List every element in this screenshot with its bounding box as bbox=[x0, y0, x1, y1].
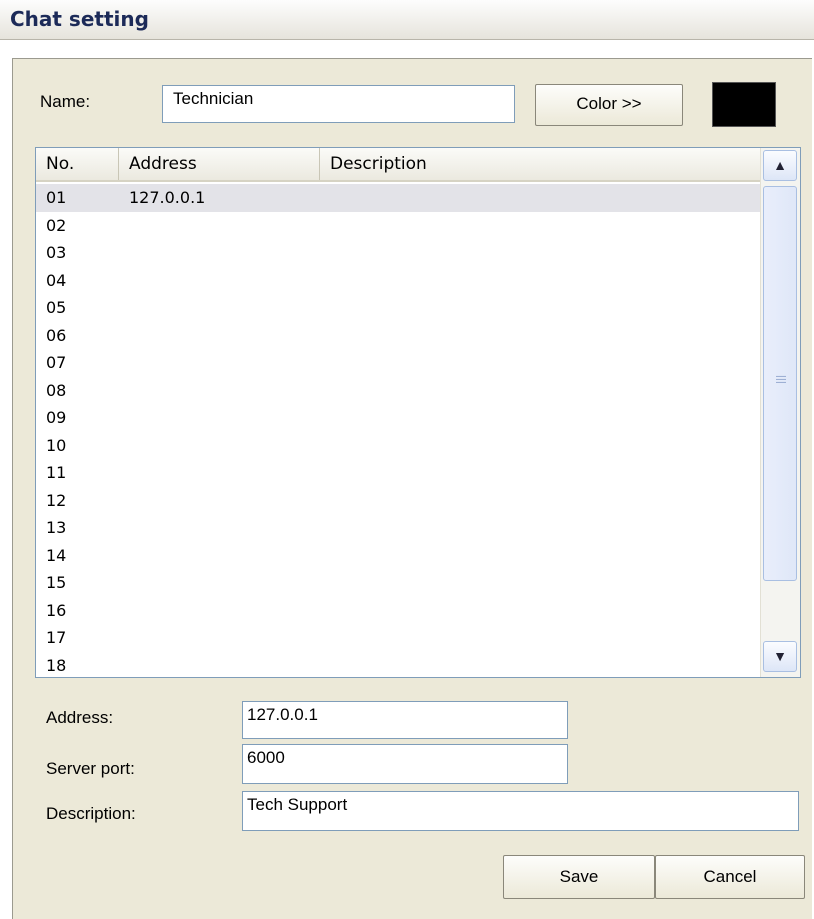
name-input[interactable]: Technician bbox=[162, 85, 515, 123]
name-label: Name: bbox=[40, 92, 91, 111]
address-list[interactable]: No. Address Description 01 127.0.0.1 02 03 0… bbox=[35, 147, 801, 678]
server-port-label: Server port: bbox=[46, 759, 135, 778]
cell-no: 07 bbox=[46, 353, 67, 372]
description-input[interactable]: Tech Support bbox=[242, 791, 799, 831]
color-button[interactable]: Color >> bbox=[535, 84, 683, 126]
scroll-up-button[interactable]: ▲ bbox=[763, 150, 797, 181]
cell-no: 05 bbox=[46, 298, 67, 317]
title-bar: Chat setting bbox=[0, 0, 814, 40]
table-row[interactable]: 06 bbox=[36, 322, 761, 350]
cell-no: 14 bbox=[46, 545, 67, 565]
table-row[interactable]: 01 127.0.0.1 bbox=[36, 184, 761, 212]
table-row[interactable]: 04 bbox=[36, 267, 761, 295]
scroll-thumb[interactable]: — — — bbox=[763, 186, 797, 581]
cancel-button[interactable]: Cancel bbox=[655, 855, 805, 899]
column-header-address[interactable]: Address bbox=[119, 148, 320, 180]
save-button[interactable]: Save bbox=[503, 855, 655, 899]
description-label: Description: bbox=[46, 804, 136, 823]
grip-icon: — — — bbox=[776, 371, 786, 388]
address-input[interactable]: 127.0.0.1 bbox=[242, 701, 568, 739]
cell-no: 08 bbox=[46, 380, 67, 400]
table-row[interactable]: 10 bbox=[36, 432, 761, 460]
address-label: Address: bbox=[46, 708, 114, 727]
cell-no: 04 bbox=[46, 270, 67, 290]
table-row[interactable]: 02 bbox=[36, 212, 761, 240]
cell-no: 03 bbox=[46, 243, 67, 262]
table-row[interactable]: 17 bbox=[36, 624, 761, 652]
list-scrollbar[interactable]: ▲ — — — ▼ bbox=[760, 148, 800, 677]
cell-no: 13 bbox=[46, 518, 67, 537]
table-row[interactable]: 08 bbox=[36, 377, 761, 405]
table-row[interactable]: 15 bbox=[36, 569, 761, 597]
cell-no: 09 bbox=[46, 408, 67, 427]
cell-no: 15 bbox=[46, 573, 67, 592]
table-row[interactable]: 05 bbox=[36, 294, 761, 322]
table-row[interactable]: 13 bbox=[36, 514, 761, 542]
cell-no: 01 bbox=[46, 188, 67, 207]
table-row[interactable]: 09 bbox=[36, 404, 761, 432]
table-row[interactable]: 07 bbox=[36, 349, 761, 377]
cell-no: 18 bbox=[46, 655, 67, 675]
table-row[interactable]: 16 bbox=[36, 597, 761, 625]
cell-no: 10 bbox=[46, 435, 67, 455]
cell-no: 02 bbox=[46, 215, 67, 235]
scroll-down-button[interactable]: ▼ bbox=[763, 641, 797, 672]
cell-no: 11 bbox=[46, 463, 67, 482]
list-header: No. Address Description bbox=[36, 148, 761, 182]
table-row[interactable]: 14 bbox=[36, 542, 761, 570]
chevron-up-icon: ▲ bbox=[773, 157, 787, 173]
table-row[interactable]: 03 bbox=[36, 239, 761, 267]
cell-no: 16 bbox=[46, 600, 67, 620]
cell-no: 06 bbox=[46, 325, 67, 345]
column-header-description[interactable]: Description bbox=[320, 148, 761, 180]
column-header-no[interactable]: No. bbox=[36, 148, 119, 180]
table-row[interactable]: 11 bbox=[36, 459, 761, 487]
color-swatch[interactable] bbox=[712, 82, 776, 127]
list-rows: 01 127.0.0.1 02 03 04 05 06 07 08 09 10 11 12 13 14 15 1… bbox=[36, 184, 761, 678]
server-port-input[interactable]: 6000 bbox=[242, 744, 568, 784]
cell-no: 17 bbox=[46, 628, 67, 647]
table-row[interactable]: 12 bbox=[36, 487, 761, 515]
chevron-down-icon: ▼ bbox=[773, 648, 787, 664]
window-title: Chat setting bbox=[10, 7, 149, 31]
cell-address: 127.0.0.1 bbox=[129, 188, 206, 207]
table-row[interactable]: 18 bbox=[36, 652, 761, 678]
cell-no: 12 bbox=[46, 490, 67, 510]
